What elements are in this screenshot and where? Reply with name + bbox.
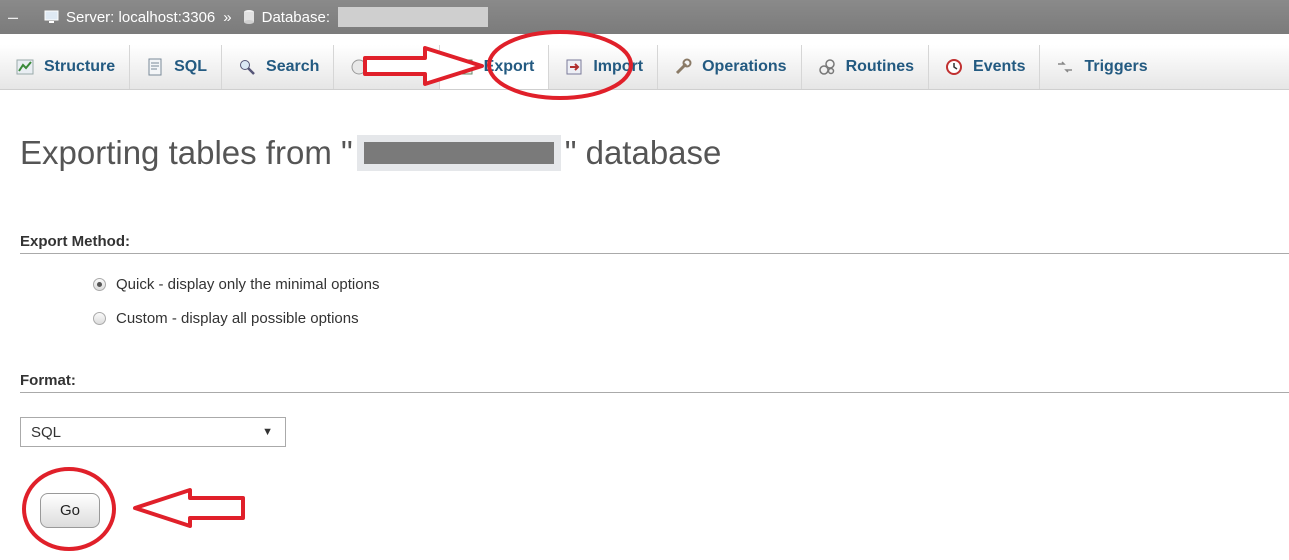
go-button[interactable]: Go xyxy=(40,493,100,528)
option-custom[interactable]: Custom - display all possible options xyxy=(93,310,359,327)
export-method-title: Export Method: xyxy=(20,233,130,250)
tab-label: Structure xyxy=(44,58,116,75)
tab-label: Routines xyxy=(845,58,915,75)
tab-label: Events xyxy=(973,58,1026,75)
wrench-icon xyxy=(676,58,692,75)
database-name-redacted xyxy=(338,7,488,27)
tab-routines[interactable]: Routines xyxy=(802,45,930,89)
tab-structure[interactable]: Structure xyxy=(0,45,131,89)
tab-triggers[interactable]: Triggers xyxy=(1040,45,1161,89)
format-select-value: SQL xyxy=(31,423,62,441)
tab-label: SQL xyxy=(174,58,208,75)
breadcrumb-bar: – Server: localhost:3306 » Database: xyxy=(0,0,1289,34)
format-title: Format: xyxy=(20,372,76,389)
structure-icon xyxy=(16,59,34,75)
clock-icon xyxy=(946,59,963,75)
tab-sql[interactable]: SQL xyxy=(130,45,223,89)
page-title-prefix: Exporting tables from " xyxy=(20,134,353,171)
collapse-icon[interactable]: – xyxy=(0,7,26,28)
sql-icon xyxy=(148,58,162,76)
tab-query[interactable]: Query xyxy=(334,45,440,89)
tab-operations[interactable]: Operations xyxy=(658,45,802,89)
section-divider xyxy=(20,253,1289,254)
format-select[interactable]: SQL ▼ xyxy=(20,417,286,447)
tab-import[interactable]: Import xyxy=(549,45,659,89)
tab-bar: Structure SQL Search Query Export Import… xyxy=(0,45,1289,90)
tab-label: Triggers xyxy=(1084,58,1148,75)
quick-radio[interactable] xyxy=(93,278,106,291)
tab-label: Search xyxy=(266,58,320,75)
breadcrumb-separator: » xyxy=(223,8,232,26)
option-label: Quick - display only the minimal options xyxy=(116,276,380,293)
page-title-suffix: " database xyxy=(564,134,722,171)
annotation-arrow-go xyxy=(133,488,245,528)
database-icon xyxy=(243,10,254,24)
tab-export[interactable]: Export xyxy=(439,45,550,89)
database-link[interactable]: Database: xyxy=(262,9,330,26)
search-icon xyxy=(240,60,255,75)
tab-label: Operations xyxy=(702,58,787,75)
tab-events[interactable]: Events xyxy=(929,45,1041,89)
breadcrumb: Server: localhost:3306 » Database: xyxy=(44,7,488,27)
tab-label: Query xyxy=(378,58,425,75)
page-title: Exporting tables from " " database xyxy=(20,134,721,172)
tab-search[interactable]: Search xyxy=(222,45,335,89)
option-label: Custom - display all possible options xyxy=(116,310,359,327)
import-icon xyxy=(566,59,582,75)
server-icon xyxy=(44,10,59,23)
custom-radio[interactable] xyxy=(93,312,106,325)
tab-label: Export xyxy=(483,58,535,75)
tab-label: Import xyxy=(593,58,644,75)
triggers-icon xyxy=(1058,61,1073,73)
database-name-redacted xyxy=(356,135,561,171)
dropdown-arrow-icon: ▼ xyxy=(262,426,273,438)
export-icon xyxy=(457,59,473,75)
server-link[interactable]: Server: localhost:3306 xyxy=(66,9,215,26)
section-divider xyxy=(20,392,1289,393)
option-quick[interactable]: Quick - display only the minimal options xyxy=(93,276,379,293)
routines-icon xyxy=(818,59,835,75)
query-icon xyxy=(351,59,367,75)
